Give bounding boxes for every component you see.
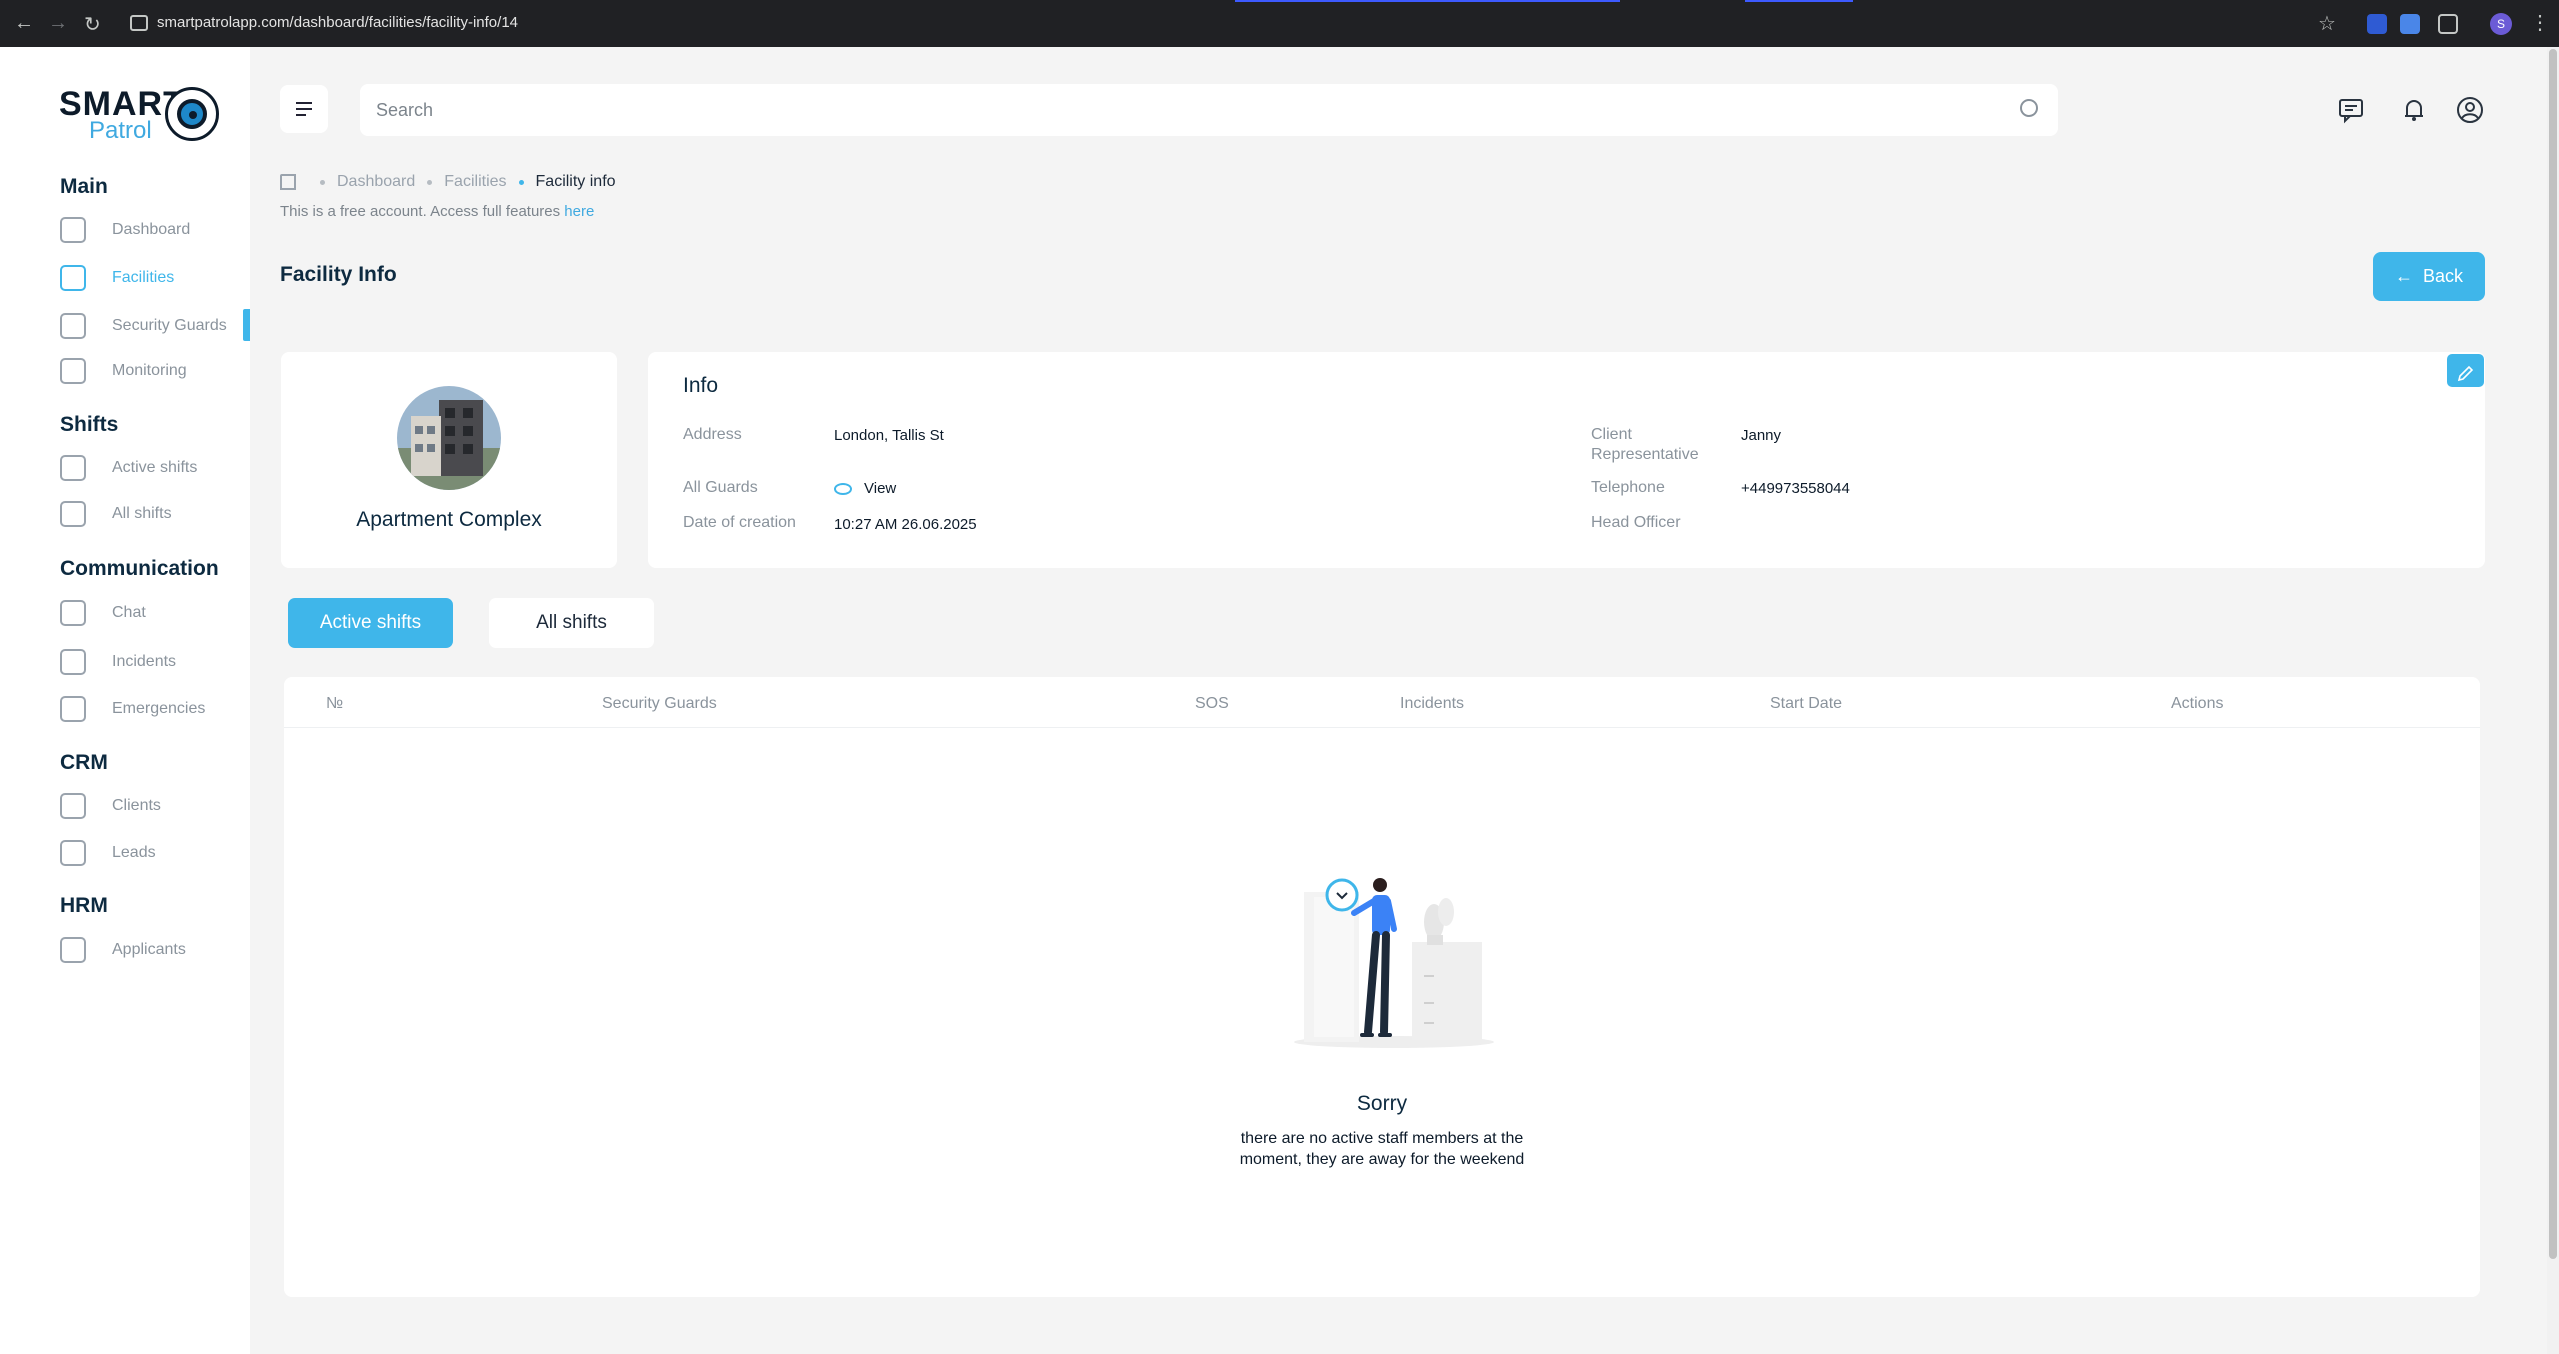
back-button[interactable]: ← Back [2373, 252, 2485, 301]
column-start-date: Start Date [1770, 695, 1843, 712]
head-officer-label: Head Officer [1591, 514, 1681, 531]
client-rep-value: Janny [1741, 427, 1782, 444]
telephone-value: +449973558044 [1741, 480, 1850, 497]
sidebar-section-crm: CRM [60, 751, 108, 774]
active-nav-indicator [243, 309, 250, 341]
extension-icon[interactable] [2367, 14, 2387, 34]
facility-info-card: Info Address London, Tallis St All Guard… [648, 352, 2485, 568]
sidebar: SMART Patrol Main Dashboard Facilities S… [0, 47, 250, 1354]
sidebar-item-active-shifts[interactable]: Active shifts [60, 452, 250, 484]
column-incidents: Incidents [1400, 695, 1465, 712]
reload-icon[interactable]: ↻ [84, 12, 101, 37]
address-value: London, Tallis St [834, 427, 944, 444]
breadcrumb-current: Facility info [535, 173, 616, 190]
sidebar-item-leads[interactable]: Leads [60, 837, 250, 869]
all-shifts-icon [60, 501, 86, 527]
sidebar-item-emergencies[interactable]: Emergencies [60, 693, 250, 725]
home-icon[interactable] [280, 174, 296, 190]
breadcrumb-facilities[interactable]: Facilities [444, 173, 506, 191]
profile-avatar[interactable]: S [2490, 13, 2512, 35]
logo-patrol-text: Patrol [89, 117, 152, 144]
eye-logo-icon [165, 87, 219, 141]
sidebar-section-hrm: HRM [60, 894, 108, 917]
sidebar-item-applicants[interactable]: Applicants [60, 934, 250, 966]
info-title: Info [683, 374, 719, 397]
facility-name: Apartment Complex [356, 508, 542, 531]
facility-photo [397, 386, 501, 490]
siren-icon [60, 696, 86, 722]
scrollbar-thumb[interactable] [2549, 49, 2557, 1259]
shifts-table: № Security Guards SOS Incidents Start Da… [284, 677, 2480, 1297]
tab-active-shifts[interactable]: Active shifts [288, 598, 453, 648]
active-shift-icon [60, 455, 86, 481]
chat-bubble-icon[interactable] [2337, 96, 2365, 124]
empty-state-message: there are no active staff members at the… [1239, 1130, 1525, 1168]
extensions-puzzle-icon[interactable] [2438, 14, 2458, 34]
page-scrollbar[interactable] [2547, 47, 2559, 1354]
sidebar-section-shifts: Shifts [60, 413, 119, 436]
sidebar-item-incidents[interactable]: Incidents [60, 646, 250, 678]
tab-indicator [1235, 0, 1620, 2]
all-guards-label: All Guards [683, 479, 758, 496]
sidebar-item-clients[interactable]: Clients [60, 790, 250, 822]
upgrade-link[interactable]: here [564, 203, 594, 220]
telephone-label: Telephone [1591, 479, 1665, 496]
breadcrumb-dashboard[interactable]: Dashboard [337, 173, 415, 191]
translate-extension-icon[interactable] [2400, 14, 2420, 34]
back-arrow-icon: ← [2394, 266, 2413, 286]
search-icon[interactable] [2020, 99, 2038, 117]
date-of-creation-label: Date of creation [683, 514, 796, 531]
notification-bell-icon[interactable] [2400, 96, 2428, 124]
free-account-note: This is a free account. Access full feat… [280, 203, 595, 220]
eye-icon [834, 482, 852, 495]
sidebar-item-chat[interactable]: Chat [60, 597, 250, 629]
search-input[interactable] [376, 96, 1976, 124]
column-number: № [326, 695, 344, 712]
address-bar[interactable]: smartpatrolapp.com/dashboard/facilities/… [157, 14, 518, 31]
user-account-icon[interactable] [2456, 96, 2484, 124]
back-arrow-icon[interactable]: ← [14, 12, 34, 35]
column-actions: Actions [2171, 695, 2224, 712]
tab-indicator [1745, 0, 1853, 2]
incident-icon [60, 649, 86, 675]
applicant-icon [60, 937, 86, 963]
browser-chrome: ← → ↻ smartpatrolapp.com/dashboard/facil… [0, 0, 2559, 47]
sidebar-item-facilities[interactable]: Facilities [60, 262, 250, 294]
chat-icon [60, 600, 86, 626]
sidebar-section-communication: Communication [60, 557, 219, 580]
menu-toggle-button[interactable] [280, 85, 328, 133]
browser-menu-icon[interactable]: ⋮ [2530, 10, 2550, 35]
site-settings-icon[interactable] [130, 15, 148, 31]
date-of-creation-value: 10:27 AM 26.06.2025 [834, 516, 977, 533]
pencil-icon [2457, 365, 2474, 382]
view-guards-link[interactable]: View [834, 480, 896, 497]
facility-card: Apartment Complex [281, 352, 617, 568]
sidebar-section-main: Main [60, 175, 108, 198]
tab-all-shifts[interactable]: All shifts [489, 598, 654, 648]
empty-state-title: Sorry [1356, 1092, 1408, 1115]
address-label: Address [683, 426, 742, 443]
dashboard-icon [60, 217, 86, 243]
page-title: Facility Info [280, 263, 397, 286]
column-security-guards: Security Guards [602, 695, 717, 712]
client-rep-label: Client Representative [1591, 426, 1699, 463]
leads-icon [60, 840, 86, 866]
smart-patrol-logo[interactable]: SMART Patrol [59, 85, 219, 144]
building-icon [60, 265, 86, 291]
forward-arrow-icon[interactable]: → [48, 12, 68, 35]
edit-button[interactable] [2447, 354, 2484, 387]
sidebar-item-all-shifts[interactable]: All shifts [60, 498, 250, 530]
sidebar-item-monitoring[interactable]: Monitoring [60, 355, 250, 387]
column-sos: SOS [1195, 695, 1229, 712]
breadcrumb: Dashboard Facilities Facility info [280, 173, 616, 191]
guard-icon [60, 313, 86, 339]
monitor-icon [60, 358, 86, 384]
search-bar [360, 84, 2058, 136]
clients-icon [60, 793, 86, 819]
bookmark-star-icon[interactable]: ☆ [2318, 11, 2336, 36]
sidebar-item-security-guards[interactable]: Security Guards [60, 310, 250, 342]
empty-state-illustration [1294, 878, 1494, 1048]
sidebar-item-dashboard[interactable]: Dashboard [60, 214, 250, 246]
